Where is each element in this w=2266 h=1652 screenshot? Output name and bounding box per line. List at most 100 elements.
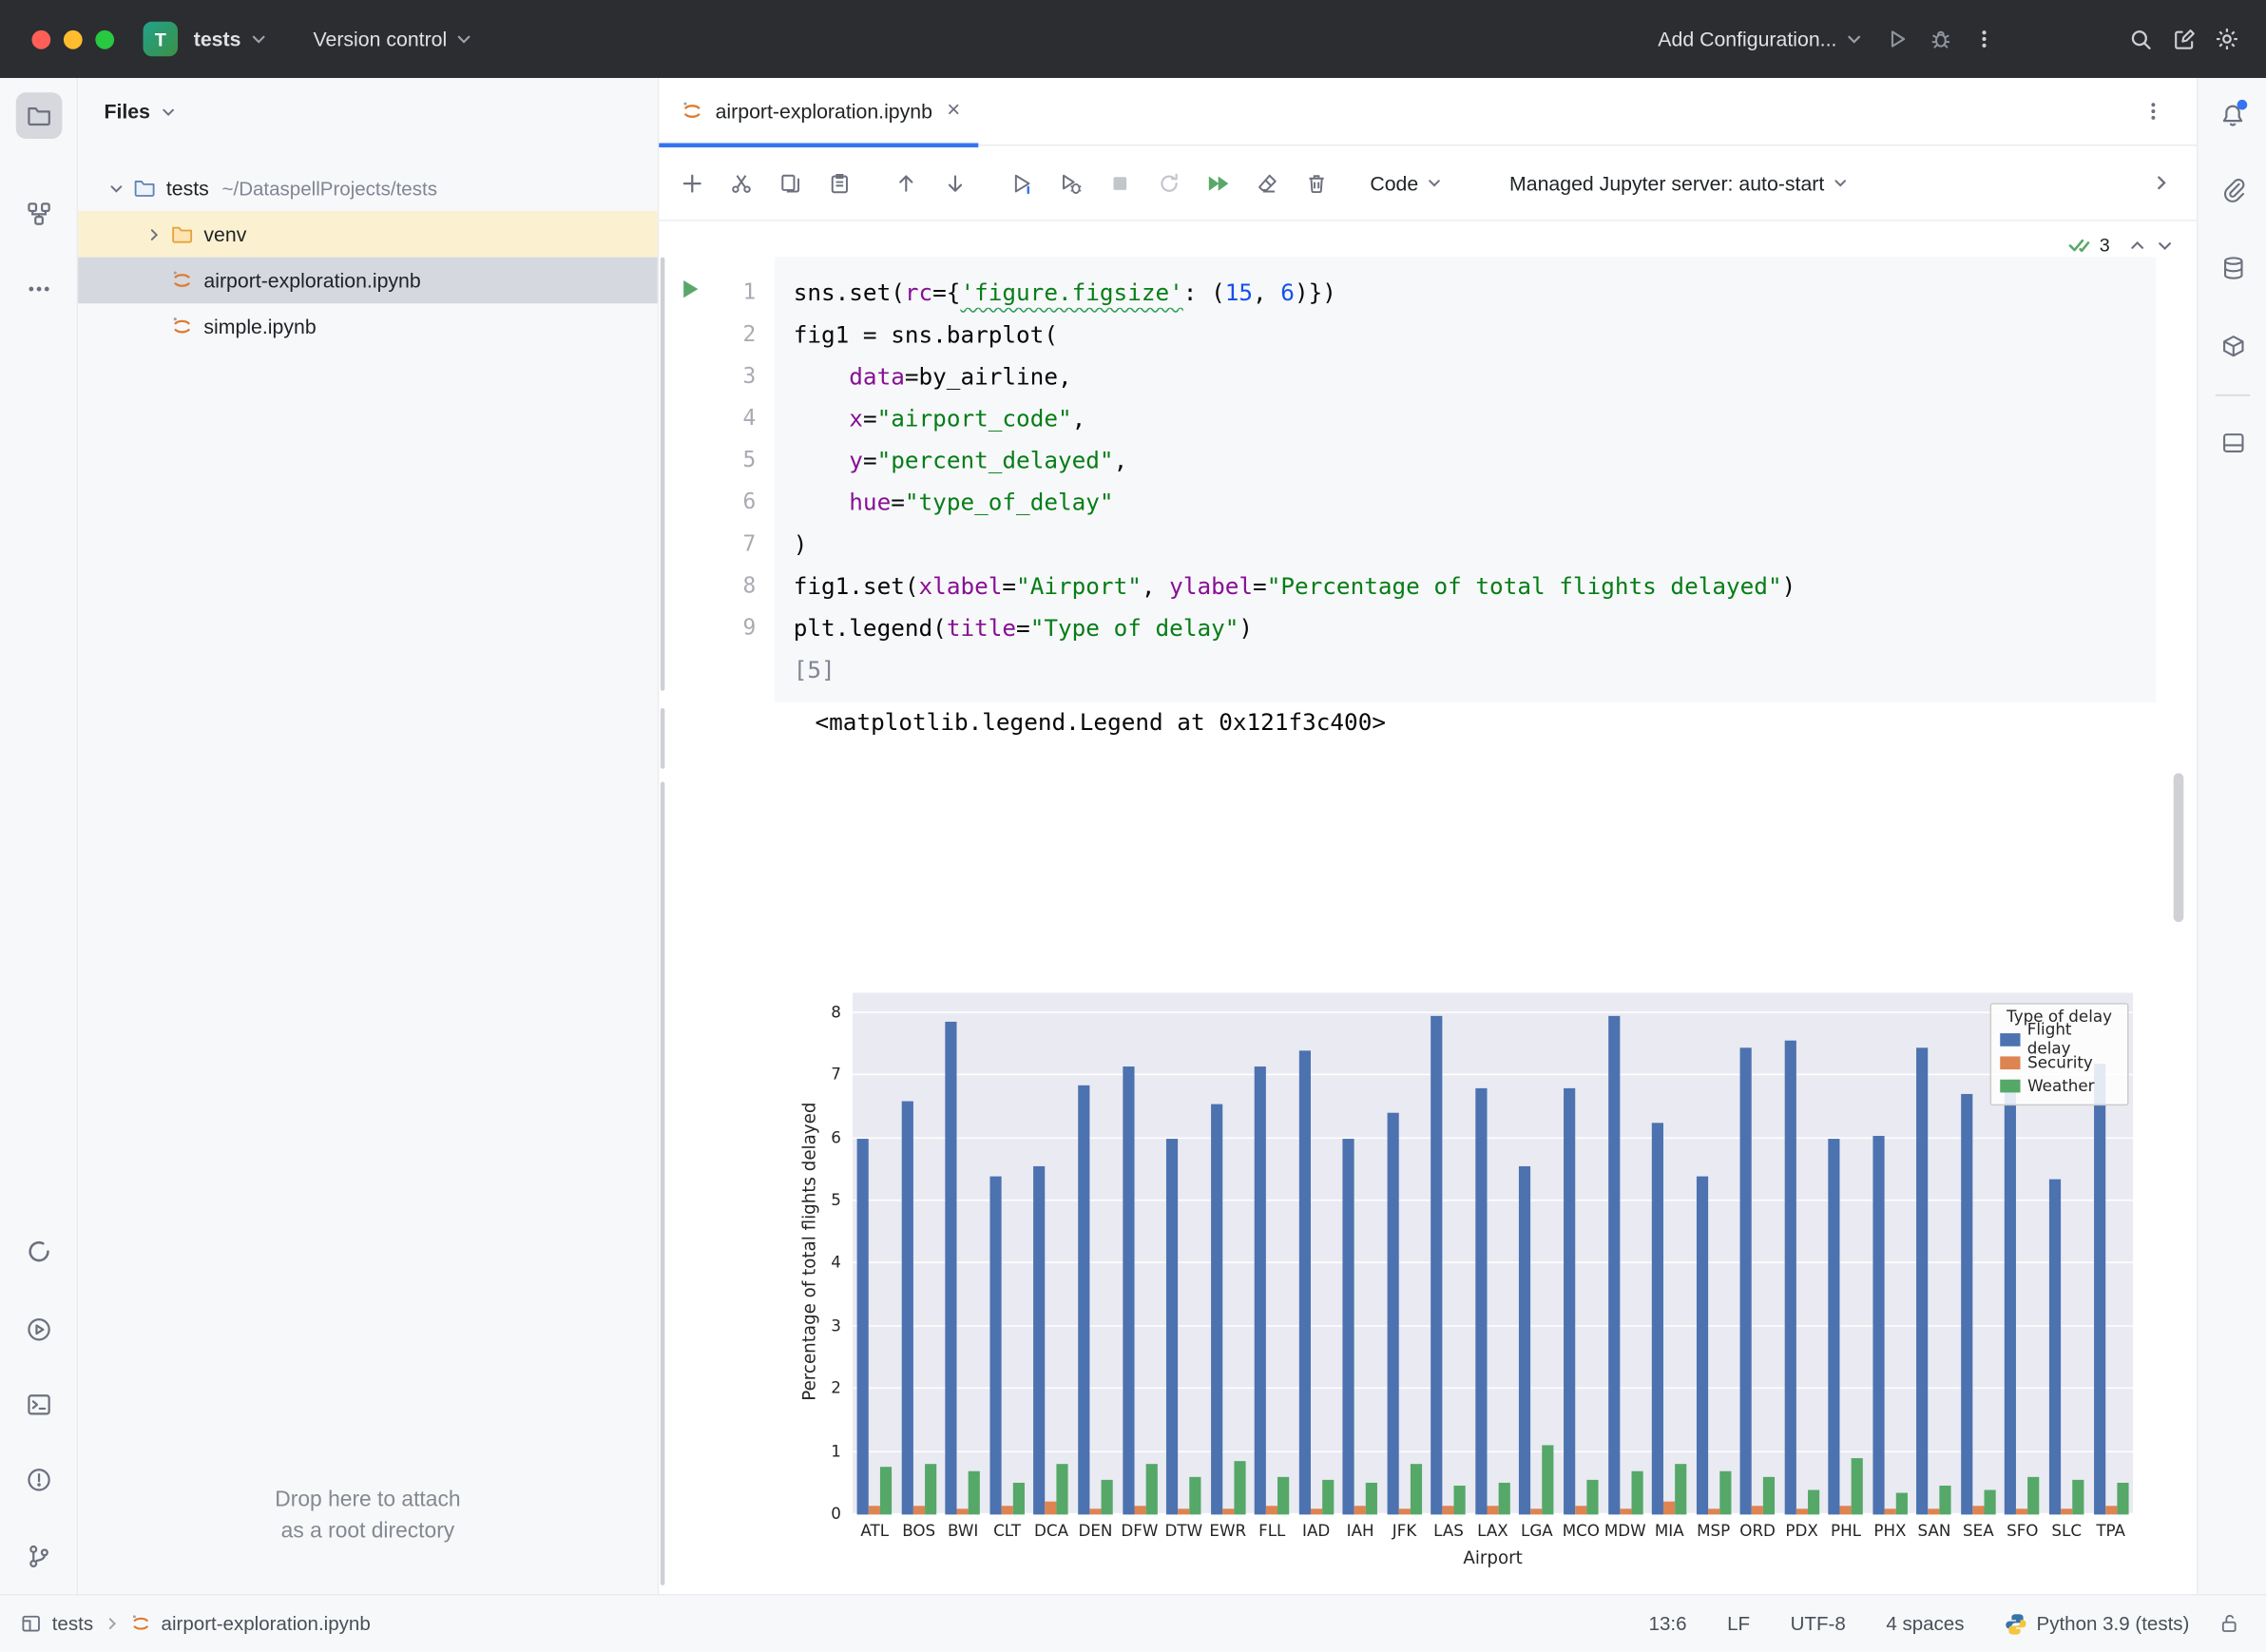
run-configuration-selector[interactable]: Add Configuration... — [1645, 17, 1876, 61]
search-icon — [2128, 27, 2153, 51]
code-line[interactable]: data=by_airline, — [794, 355, 2157, 397]
packages-button[interactable] — [2210, 322, 2256, 369]
project-tool-window-button[interactable] — [16, 92, 63, 139]
tree-row-venv[interactable]: venv — [78, 211, 658, 258]
run-tool-window-button[interactable] — [16, 1306, 63, 1353]
toolbar-overflow-button[interactable] — [2152, 173, 2171, 192]
python-interpreter-widget[interactable]: Python 3.9 (tests) — [2005, 1612, 2189, 1635]
output-selection-strip[interactable] — [661, 782, 665, 1585]
minimize-window-button[interactable] — [64, 29, 83, 48]
legend-label: Weather — [2027, 1076, 2094, 1095]
bar — [857, 1139, 869, 1515]
jupyter-server-dropdown[interactable]: Managed Jupyter server: auto-start — [1498, 162, 1860, 205]
code-line[interactable]: plt.legend(title="Type of delay") — [794, 607, 2157, 649]
restart-kernel-button[interactable] — [1147, 162, 1191, 205]
bar-group-MIA — [1647, 993, 1691, 1515]
cut-cell-button[interactable] — [720, 162, 763, 205]
y-tick-label: 0 — [831, 1505, 841, 1524]
output-selection-strip[interactable] — [661, 708, 665, 769]
bar — [1234, 1461, 1245, 1514]
encoding-widget[interactable]: UTF-8 — [1791, 1613, 1846, 1635]
drop-hint: Drop here to attach as a root directory — [78, 1484, 658, 1547]
run-cell-select-next-button[interactable] — [1000, 162, 1044, 205]
line-separator-widget[interactable]: LF — [1727, 1613, 1750, 1635]
jupyter-notebook-icon — [170, 315, 193, 337]
delete-cell-button[interactable] — [1295, 162, 1338, 205]
background-tasks-button[interactable] — [16, 1228, 63, 1275]
code-line[interactable]: ) — [794, 523, 2157, 565]
legend-label: Security — [2027, 1053, 2093, 1072]
bar — [1752, 1505, 1763, 1514]
vcs-widget[interactable]: Version control — [300, 17, 487, 61]
chevron-up-icon[interactable] — [2129, 237, 2146, 254]
editor-scrollbar[interactable] — [2174, 773, 2184, 922]
close-window-button[interactable] — [31, 29, 50, 48]
tab-title: airport-exploration.ipynb — [716, 100, 932, 123]
scissors-icon — [730, 171, 753, 194]
tab-options-button[interactable] — [2141, 100, 2164, 123]
code-line[interactable]: fig1.set(xlabel="Airport", ylabel="Perce… — [794, 565, 2157, 606]
indent-widget[interactable]: 4 spaces — [1886, 1613, 1964, 1635]
breadcrumb-file[interactable]: airport-exploration.ipynb — [162, 1613, 371, 1635]
terminal-tool-window-button[interactable] — [16, 1382, 63, 1429]
git-tool-window-button[interactable] — [16, 1533, 63, 1580]
database-button[interactable] — [2210, 244, 2256, 291]
readonly-lock-button[interactable] — [2218, 1613, 2240, 1635]
breadcrumb-project[interactable]: tests — [52, 1613, 93, 1635]
structure-tool-window-button[interactable] — [16, 191, 63, 238]
project-window-icon — [20, 1613, 42, 1635]
stop-kernel-button[interactable] — [1099, 162, 1143, 205]
warning-circle-icon — [26, 1467, 51, 1492]
code-cell[interactable]: 123456789 sns.set(rc={'figure.figsize': … — [659, 258, 2156, 702]
problems-tool-window-button[interactable] — [16, 1457, 63, 1504]
more-actions-button[interactable] — [1963, 17, 2007, 61]
more-tool-windows-button[interactable] — [16, 266, 63, 313]
cell-type-dropdown[interactable]: Code — [1358, 162, 1454, 205]
code-line[interactable]: fig1 = sns.barplot( — [794, 314, 2157, 355]
run-button[interactable] — [1875, 17, 1919, 61]
cell-editor[interactable]: sns.set(rc={'figure.figsize': (15, 6)})f… — [775, 258, 2157, 702]
settings-button[interactable] — [2205, 17, 2249, 61]
line-number: 3 — [659, 355, 775, 397]
clear-outputs-button[interactable] — [1246, 162, 1290, 205]
tab-airport-notebook[interactable]: airport-exploration.ipynb × — [659, 77, 977, 144]
close-tab-icon[interactable]: × — [947, 100, 960, 123]
code-line[interactable]: y="percent_delayed", — [794, 439, 2157, 481]
line-number: 4 — [659, 397, 775, 439]
chevron-down-icon — [1833, 175, 1849, 191]
debug-cell-icon — [1059, 171, 1082, 194]
project-selector[interactable]: tests — [191, 17, 280, 61]
chevron-down-icon[interactable] — [104, 180, 126, 196]
code-line[interactable]: x="airport_code", — [794, 397, 2157, 439]
chevron-down-icon[interactable] — [2156, 237, 2173, 254]
layout-panels-button[interactable] — [2210, 419, 2256, 466]
files-panel-header[interactable]: Files — [78, 78, 658, 144]
tree-row-airport-notebook[interactable]: airport-exploration.ipynb — [78, 258, 658, 304]
tree-row-project-root[interactable]: tests ~/DataspellProjects/tests — [78, 164, 658, 211]
tree-row-simple-notebook[interactable]: simple.ipynb — [78, 303, 658, 350]
add-cell-button[interactable] — [670, 162, 714, 205]
code-line[interactable]: hue="type_of_delay" — [794, 481, 2157, 523]
run-cell-button[interactable] — [681, 278, 701, 300]
debug-button[interactable] — [1919, 17, 1963, 61]
code-line[interactable]: sns.set(rc={'figure.figsize': (15, 6)}) — [794, 272, 2157, 314]
bar — [2028, 1477, 2040, 1515]
run-all-icon — [1205, 171, 1231, 194]
notifications-button[interactable] — [2210, 92, 2256, 139]
run-all-cells-button[interactable] — [1197, 162, 1240, 205]
bar-group-ORD — [1736, 993, 1779, 1515]
cursor-position-widget[interactable]: 13:6 — [1649, 1613, 1687, 1635]
move-cell-up-button[interactable] — [884, 162, 928, 205]
bar — [1829, 1139, 1840, 1515]
move-cell-down-button[interactable] — [933, 162, 977, 205]
paste-cell-button[interactable] — [818, 162, 862, 205]
bar — [1840, 1505, 1852, 1514]
zoom-window-button[interactable] — [95, 29, 114, 48]
copy-cell-button[interactable] — [769, 162, 813, 205]
settings-sync-button[interactable] — [2162, 17, 2206, 61]
search-everywhere-button[interactable] — [2119, 17, 2162, 61]
debug-cell-button[interactable] — [1049, 162, 1093, 205]
bar — [925, 1465, 936, 1515]
chevron-right-icon[interactable] — [142, 226, 164, 242]
attachments-button[interactable] — [2210, 166, 2256, 213]
